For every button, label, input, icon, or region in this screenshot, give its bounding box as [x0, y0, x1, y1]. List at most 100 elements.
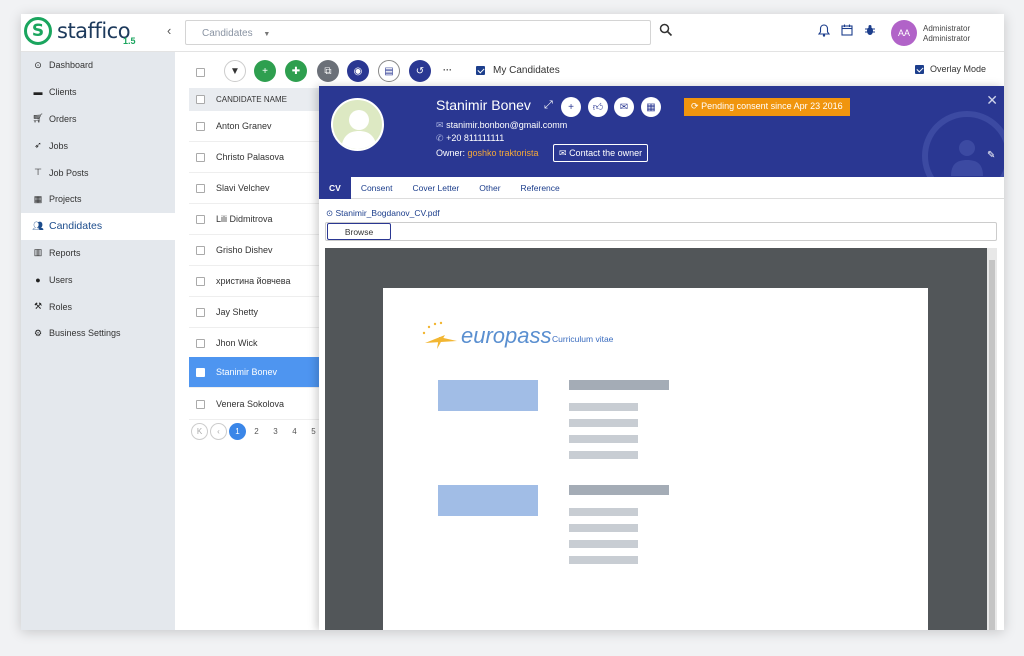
row-checkbox[interactable]: [196, 153, 205, 162]
bell-icon[interactable]: [818, 24, 830, 37]
row-checkbox[interactable]: [196, 339, 205, 348]
sidebar-item-roles[interactable]: ⚒ Roles: [21, 293, 175, 320]
contact-owner-button[interactable]: ✉ Contact the owner: [553, 144, 649, 162]
browse-button[interactable]: Browse: [327, 223, 391, 240]
search-input[interactable]: Candidates ▼: [185, 20, 651, 45]
sidebar-item-dashboard[interactable]: ⊙ Dashboard: [21, 52, 175, 79]
text-line: [569, 556, 638, 564]
viewer-scrollbar[interactable]: [987, 248, 997, 630]
calendar-icon: ▦: [646, 101, 656, 113]
scroll-thumb[interactable]: [989, 260, 995, 630]
sidebar-item-label: Reports: [49, 247, 81, 258]
first-page-button[interactable]: K: [191, 422, 208, 440]
sidebar-item-label: Clients: [49, 87, 77, 98]
group-watermark-icon: [922, 111, 1004, 177]
calendar-icon[interactable]: [841, 24, 853, 36]
envelope-icon: ✉: [619, 101, 629, 113]
filter-button[interactable]: ▼: [224, 60, 246, 82]
select-all-checkbox[interactable]: [196, 68, 205, 77]
document-button[interactable]: ▤: [378, 60, 400, 82]
table-row-selected[interactable]: Stanimir Bonev: [189, 357, 319, 388]
column-header-label: CANDIDATE NAME: [216, 95, 287, 104]
sidebar-item-jobs[interactable]: ➶ Jobs: [21, 132, 175, 159]
more-options-button[interactable]: ···: [443, 65, 452, 75]
row-checkbox[interactable]: [196, 400, 205, 409]
table-row[interactable]: христина йовчева: [189, 266, 319, 297]
row-checkbox[interactable]: [196, 215, 205, 224]
cv-file-link[interactable]: ⊙ Stanimir_Bogdanov_CV.pdf: [326, 208, 440, 219]
candidate-name: Stanimir Bonev: [216, 367, 278, 377]
like-button[interactable]: 👍︎: [588, 97, 608, 117]
plus-icon: +: [568, 101, 574, 113]
candidate-photo[interactable]: [331, 98, 384, 151]
page-button[interactable]: 3: [267, 423, 284, 440]
table-row[interactable]: Jhon Wick: [189, 328, 319, 359]
tab-cover-letter[interactable]: Cover Letter: [402, 177, 469, 199]
add-candidate-button[interactable]: +: [254, 60, 276, 82]
view-button[interactable]: ◉: [347, 60, 369, 82]
sidebar-item-projects[interactable]: ▦ Projects: [21, 186, 175, 213]
row-checkbox[interactable]: [196, 246, 205, 255]
table-row[interactable]: Christo Palasova: [189, 142, 319, 173]
edit-pencil-icon[interactable]: ✎: [987, 150, 995, 161]
page-button[interactable]: 2: [248, 423, 265, 440]
user-name[interactable]: Administrator Administrator: [923, 24, 970, 44]
row-checkbox[interactable]: [196, 368, 205, 377]
copy-button[interactable]: ⧉: [317, 60, 339, 82]
refresh-button[interactable]: ↺: [409, 60, 431, 82]
row-checkbox[interactable]: [196, 277, 205, 286]
table-row[interactable]: Jay Shetty: [189, 297, 319, 328]
sync-icon: ⟳: [691, 101, 699, 111]
phone-icon: ✆: [436, 133, 444, 143]
my-candidates-checkbox[interactable]: [476, 66, 485, 75]
sidebar-item-job-posts[interactable]: ⊤ Job Posts: [21, 159, 175, 186]
sidebar-item-candidates[interactable]: 👥︎ Candidates: [21, 212, 175, 240]
candidate-phone[interactable]: +20 811111111: [446, 133, 504, 143]
email-line: ✉ stanimir.bonbon@gmail.comm: [436, 120, 567, 131]
tab-consent[interactable]: Consent: [351, 177, 403, 199]
candidate-name-column-header[interactable]: CANDIDATE NAME: [189, 88, 319, 111]
collapse-sidebar-icon[interactable]: ‹: [167, 23, 171, 38]
table-row[interactable]: Grisho Dishev: [189, 235, 319, 266]
calendar-button[interactable]: ▦: [641, 97, 661, 117]
table-row[interactable]: Anton Granev: [189, 111, 319, 142]
owner-line: Owner: goshko traktorista: [436, 148, 539, 158]
row-checkbox[interactable]: [196, 122, 205, 131]
tab-reference[interactable]: Reference: [511, 177, 570, 199]
search-icon[interactable]: [659, 23, 673, 37]
tab-other[interactable]: Other: [469, 177, 510, 199]
owner-name-link[interactable]: goshko traktorista: [468, 148, 539, 158]
add-group-button[interactable]: ✚: [285, 60, 307, 82]
table-row[interactable]: Lili Didmitrova: [189, 204, 319, 235]
avatar[interactable]: AA: [891, 20, 917, 46]
overlay-mode-checkbox[interactable]: [915, 65, 924, 74]
text-line: [569, 524, 638, 532]
sidebar-item-users[interactable]: ● Users: [21, 266, 175, 293]
tab-cv[interactable]: CV: [319, 177, 351, 199]
table-row[interactable]: Venera Sokolova: [189, 389, 319, 420]
add-button[interactable]: +: [561, 97, 581, 117]
sidebar-item-reports[interactable]: ▥ Reports: [21, 240, 175, 267]
chevron-down-icon[interactable]: ▼: [263, 31, 270, 38]
row-checkbox[interactable]: [196, 184, 205, 193]
overlay-mode-label: Overlay Mode: [930, 64, 987, 74]
candidate-name: Lili Didmitrova: [216, 214, 273, 224]
candidate-email[interactable]: stanimir.bonbon@gmail.comm: [446, 120, 567, 130]
file-upload-field[interactable]: Browse: [325, 222, 997, 241]
candidate-name: Anton Granev: [216, 121, 272, 131]
bug-icon[interactable]: [864, 24, 876, 36]
email-button[interactable]: ✉: [614, 97, 634, 117]
expand-icon[interactable]: ⤢: [544, 99, 553, 112]
table-row[interactable]: Slavi Velchev: [189, 173, 319, 204]
pdf-page: europass Curriculum vitae: [383, 288, 928, 630]
row-checkbox[interactable]: [196, 308, 205, 317]
page-button[interactable]: 1: [229, 422, 246, 440]
pdf-viewer[interactable]: europass Curriculum vitae: [325, 248, 997, 630]
sidebar-item-clients[interactable]: ▬ Clients: [21, 79, 175, 106]
prev-page-button[interactable]: ‹: [210, 422, 227, 440]
candidate-name: Grisho Dishev: [216, 245, 273, 255]
header-checkbox[interactable]: [196, 95, 205, 104]
page-button[interactable]: 4: [286, 423, 303, 440]
sidebar-item-business-settings[interactable]: ⚙ Business Settings: [21, 320, 175, 347]
sidebar-item-orders[interactable]: 🛒︎ Orders: [21, 106, 175, 133]
